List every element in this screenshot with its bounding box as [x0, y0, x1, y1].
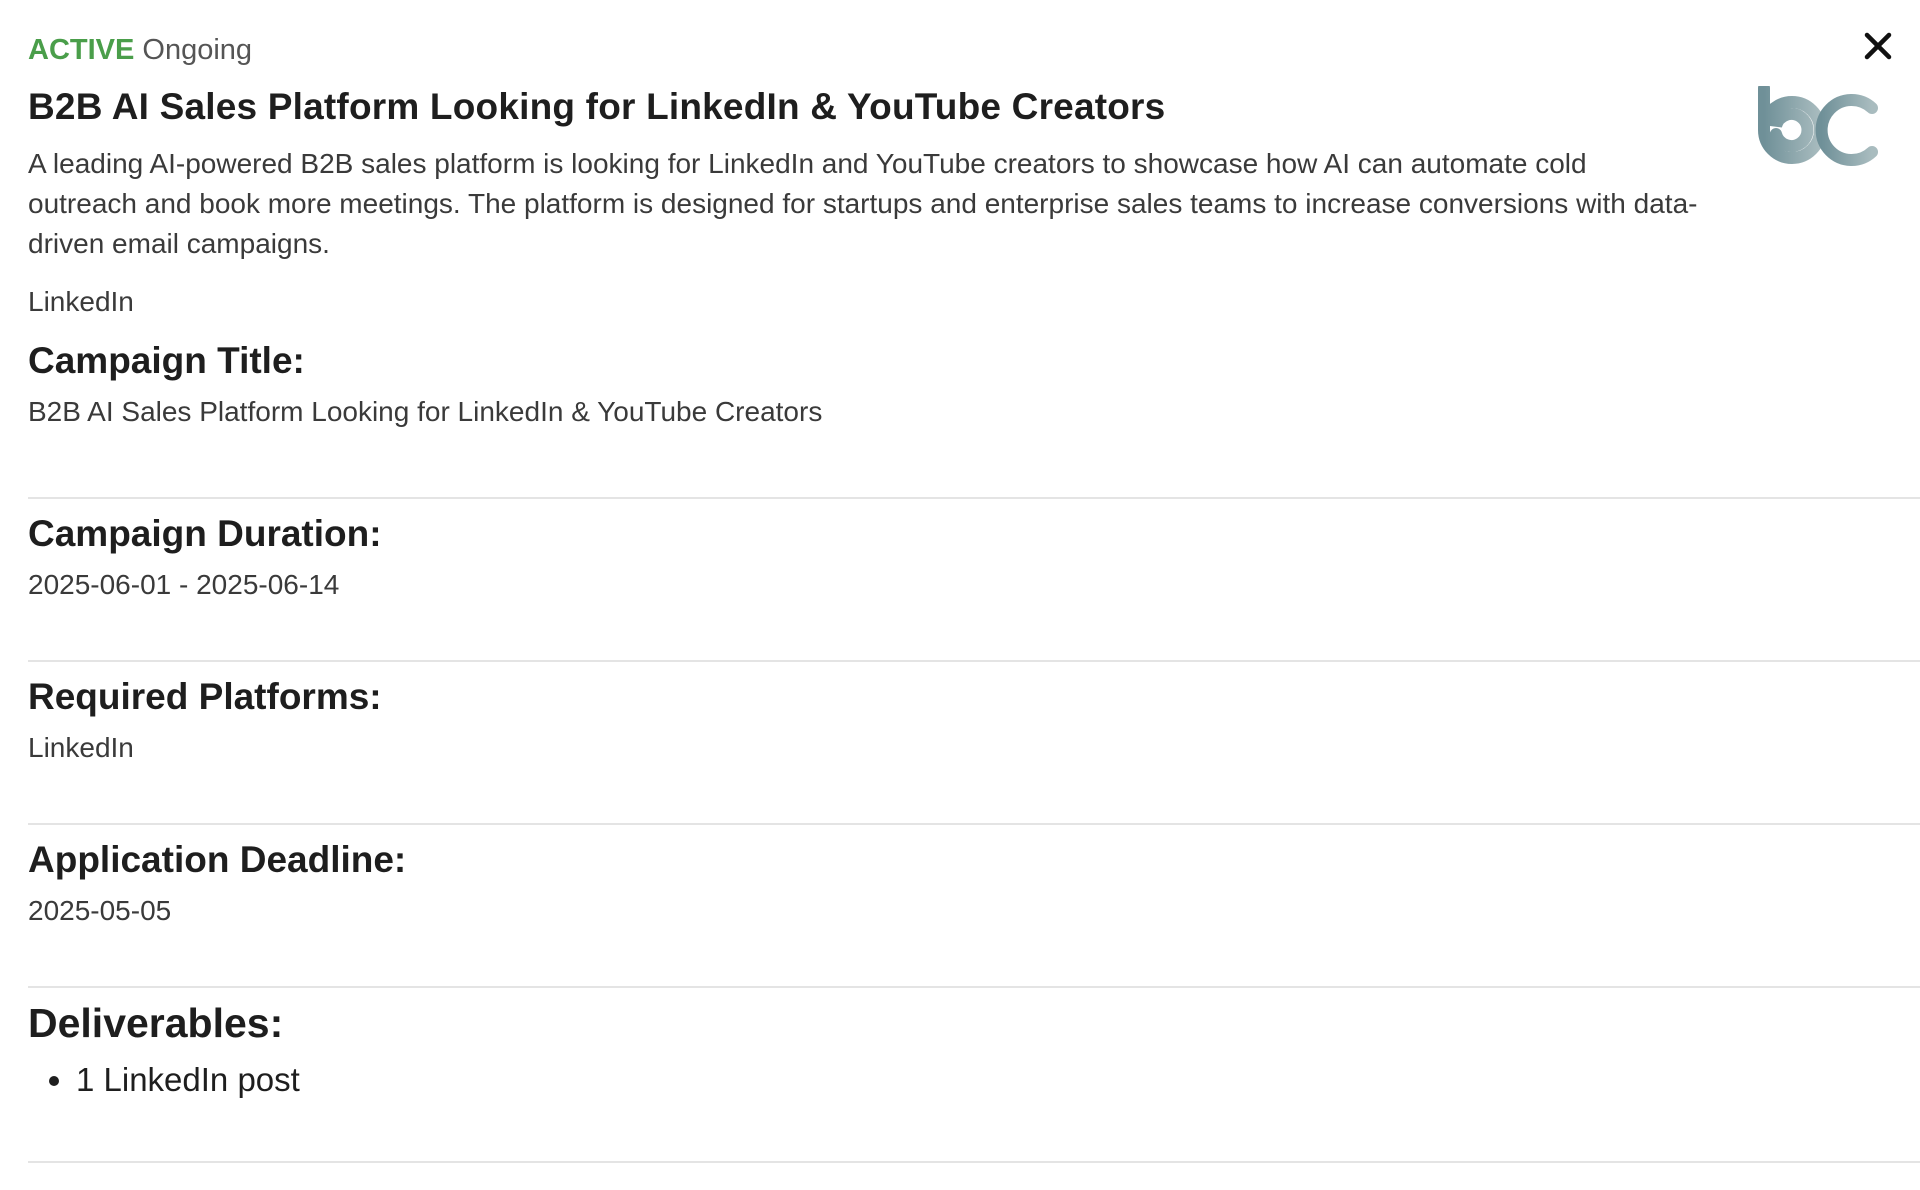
status-state: Ongoing — [142, 34, 253, 66]
campaign-detail-modal: ACTIVE Ongoing B2B AI Sales Platform Loo… — [0, 0, 1920, 1190]
section-application-deadline: Application Deadline: 2025-05-05 — [28, 825, 1920, 988]
close-icon — [1864, 32, 1892, 60]
section-heading: Campaign Title: — [28, 340, 305, 381]
section-value: LinkedIn — [28, 732, 134, 763]
platform-tag: LinkedIn — [28, 286, 134, 317]
brand-logo — [1758, 86, 1878, 166]
section-campaign-title: Campaign Title: B2B AI Sales Platform Lo… — [28, 336, 1920, 499]
section-deliverables: Deliverables: 1 LinkedIn post — [28, 988, 1920, 1163]
section-heading: Application Deadline: — [28, 839, 407, 880]
section-heading: Required Platforms: — [28, 676, 382, 717]
section-value: 2025-06-01 - 2025-06-14 — [28, 569, 340, 600]
list-item: 1 LinkedIn post — [76, 1058, 1920, 1102]
section-campaign-duration: Campaign Duration: 2025-06-01 - 2025-06-… — [28, 499, 1920, 662]
section-required-platforms: Required Platforms: LinkedIn — [28, 662, 1920, 825]
campaign-details: Campaign Title: B2B AI Sales Platform Lo… — [28, 336, 1920, 1163]
status-badge: ACTIVE — [28, 34, 135, 66]
section-heading: Campaign Duration: — [28, 513, 382, 554]
deliverables-list: 1 LinkedIn post — [28, 1058, 1920, 1102]
status-line: ACTIVE Ongoing — [28, 30, 252, 70]
section-value: B2B AI Sales Platform Looking for Linked… — [28, 396, 823, 427]
section-value: 2025-05-05 — [28, 895, 172, 926]
close-button[interactable] — [1858, 26, 1898, 66]
campaign-title: B2B AI Sales Platform Looking for Linked… — [28, 86, 1166, 127]
section-heading: Deliverables: — [28, 1000, 284, 1046]
campaign-description: A leading AI-powered B2B sales platform … — [28, 148, 1698, 259]
